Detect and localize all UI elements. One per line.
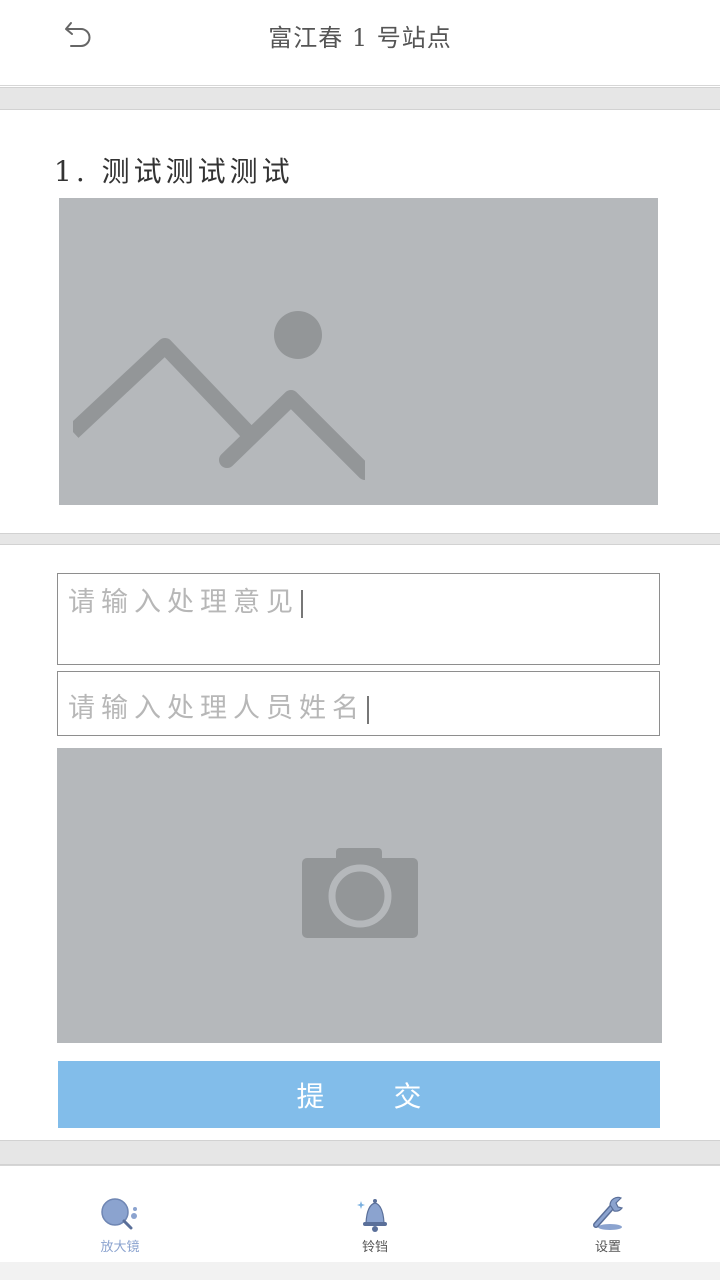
handler-name-input[interactable]: 请输入处理人员姓名 [57, 671, 660, 736]
text-caret [301, 589, 303, 618]
text-caret [367, 695, 369, 724]
opinion-input[interactable]: 请输入处理意见 [57, 573, 660, 665]
task-image[interactable] [59, 198, 658, 505]
section-divider [0, 87, 720, 110]
wrench-icon [586, 1194, 630, 1234]
page: 富江春 1 号站点 1. 测试测试测试 请输入处理意见 请输入处理人员姓名 提 … [0, 0, 720, 1280]
bottom-strip [0, 1262, 720, 1280]
section-divider [0, 1140, 720, 1165]
submit-button[interactable]: 提 交 [58, 1061, 660, 1128]
app-header: 富江春 1 号站点 [0, 0, 720, 86]
handler-name-placeholder: 请输入处理人员姓名 [68, 693, 365, 724]
nav-label: 铃铛 [361, 1240, 388, 1255]
opinion-placeholder: 请输入处理意见 [68, 587, 299, 618]
task-title: 1. 测试测试测试 [54, 155, 294, 188]
nav-item-bell[interactable]: 铃铛 [315, 1166, 435, 1263]
bell-icon [353, 1194, 397, 1234]
image-placeholder-icon [59, 311, 658, 509]
nav-item-settings[interactable]: 设置 [548, 1166, 668, 1263]
page-title: 富江春 1 号站点 [268, 24, 452, 52]
nav-item-magnifier[interactable]: 放大镜 [60, 1166, 180, 1263]
nav-label: 设置 [594, 1240, 621, 1255]
magnifier-icon [98, 1194, 142, 1234]
photo-upload-area[interactable] [57, 748, 662, 1043]
camera-icon [301, 847, 418, 944]
section-divider [0, 533, 720, 545]
nav-label: 放大镜 [100, 1240, 140, 1255]
bottom-nav: 放大镜 铃铛 设置 [0, 1165, 720, 1262]
